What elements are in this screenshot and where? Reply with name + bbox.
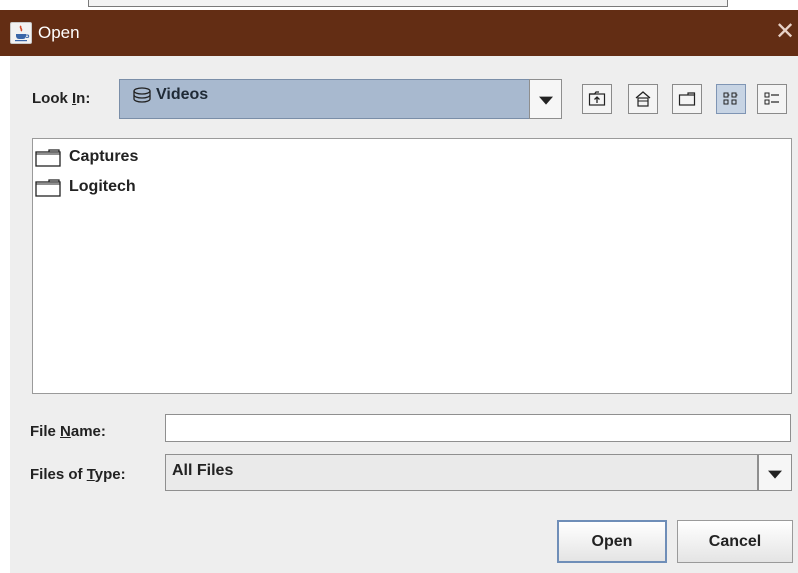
files-of-type-label: Files of Type: [30, 466, 126, 483]
file-list[interactable]: Captures Logitech [32, 138, 792, 394]
window-title: Open [38, 23, 80, 42]
list-view-button[interactable] [716, 84, 746, 114]
new-folder-icon [678, 92, 696, 106]
up-folder-icon [588, 91, 606, 106]
background-window-edge [0, 0, 798, 10]
folder-icon [35, 149, 61, 172]
new-folder-button[interactable] [672, 84, 702, 114]
files-of-type-value: All Files [172, 462, 234, 479]
open-button[interactable]: Open [557, 520, 667, 563]
look-in-value: Videos [156, 86, 209, 103]
files-of-type-combo[interactable]: All Files [165, 454, 758, 491]
chevron-down-icon [538, 96, 553, 105]
left-edge [0, 56, 10, 573]
title-bar: Open ✕ [0, 10, 798, 56]
background-window-bar [88, 0, 728, 7]
files-of-type-dropdown-button[interactable] [758, 454, 792, 491]
up-one-level-button[interactable] [582, 84, 612, 114]
home-icon [635, 91, 651, 107]
close-icon[interactable]: ✕ [772, 18, 798, 46]
home-button[interactable] [628, 84, 658, 114]
chevron-down-icon [768, 470, 782, 479]
look-in-dropdown-button[interactable] [529, 79, 562, 119]
list-item[interactable]: Logitech [35, 175, 435, 199]
look-in-label: Look In: [32, 90, 91, 107]
look-in-combo[interactable]: Videos [119, 79, 531, 119]
cancel-button[interactable]: Cancel [677, 520, 793, 563]
file-name-input[interactable] [165, 414, 791, 442]
list-view-icon [723, 92, 738, 105]
list-item[interactable]: Captures [35, 145, 435, 169]
java-icon [10, 22, 32, 44]
file-name: Logitech [69, 178, 136, 195]
details-view-icon [764, 92, 779, 105]
file-name-label: File Name: [30, 423, 106, 440]
details-view-button[interactable] [757, 84, 787, 114]
file-name: Captures [69, 148, 139, 165]
folder-icon [35, 179, 61, 202]
drive-icon [132, 87, 152, 110]
